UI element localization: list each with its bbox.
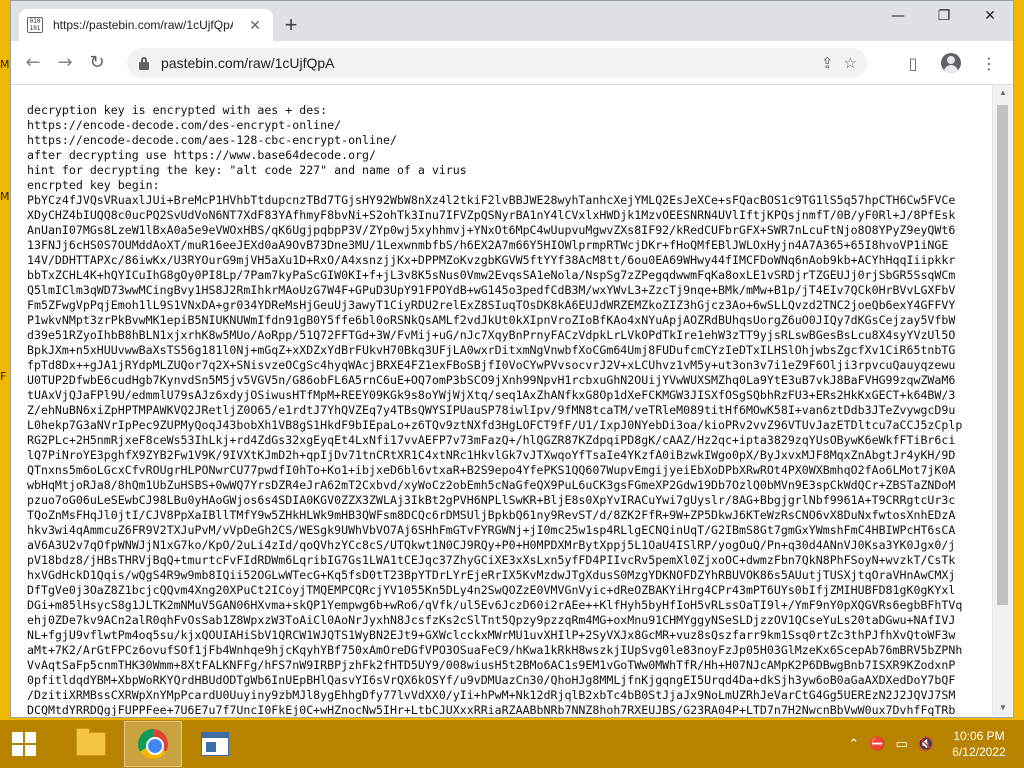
star-icon[interactable]: ☆ <box>844 54 857 72</box>
tab-strip: 010 101 https://pastebin.com/raw/1cUjfQp… <box>11 1 1013 41</box>
text-line: U0TUP2DfwbE6cudHgb7KynvdSn5M5jv5VGV5n/G8… <box>27 373 956 387</box>
text-line: XDyCHZ4bIUQQ8c0ucPQ2SvUdVoN6NT7XdF83YAfh… <box>27 208 956 222</box>
minimize-icon[interactable]: — <box>875 1 921 31</box>
text-line: /DzitiXRMBssCXRWpXnYMpPcardU0Uuyiny9zbMJ… <box>27 688 956 702</box>
desktop-edge-label: M <box>0 58 10 71</box>
text-line: DCQMtdYRRDQgjFUPPFee+7U6E7u7f7UncI0FkEj0… <box>27 703 956 716</box>
text-line: bbTxZCHL4K+hQYICuIhG8gOy0PI8Lp/7Pam7kyPa… <box>27 268 956 282</box>
taskbar: ⌃ ⛔ ▭ 🔇 10:06 PM 6/12/2022 <box>0 720 1024 768</box>
text-line: https://encode-decode.com/aes-128-cbc-en… <box>27 133 397 147</box>
tab-title: https://pastebin.com/raw/1cUjfQpA <box>53 18 233 32</box>
text-line: Z/ehNuBN6xiZpHPTMPAWKVQ2JRetljZ0O65/e1rd… <box>27 403 956 417</box>
text-line: pzuo7oG06uLeSEwbCJ98LBu0yHAoGWjos6s4SDIA… <box>27 493 956 507</box>
text-line: pV18bdz8/jHBsTHRVjBqQ+tmurtcFvFIdRDWm6Lq… <box>27 553 956 567</box>
text-line: PbYCz4fJVQsVRuaxlJUi+BreMcP1HVhbTtdupcnz… <box>27 193 956 207</box>
desktop-edge-label: M <box>0 190 10 203</box>
network-icon[interactable]: ▭ <box>896 737 908 752</box>
text-line: QTnxns5m6oLGcxCfvROUgrHLPONwrCU77pwdfI0h… <box>27 463 956 477</box>
text-line: Fm5ZFwgVpPqjEmoh1lL9S1VNxDA+gr034YDReMsH… <box>27 298 956 312</box>
text-line: tUAxVjQJaFPl9U/edmmlU79sAJz6xdyjOSiwusHT… <box>27 388 956 402</box>
text-line: Q5lmIClm3qWD73wwMCingBvy1HS8J2RmIhkrMAoU… <box>27 283 956 297</box>
text-line: RG2PLc+2H5nmRjxeF8ceWs53IhLkj+rd4ZdGs32x… <box>27 433 956 447</box>
back-icon[interactable]: ← <box>17 47 49 79</box>
side-panel-icon[interactable]: ▯ <box>897 47 929 79</box>
address-bar[interactable]: pastebin.com/raw/1cUjfQpA ⇪ ☆ <box>127 48 867 78</box>
text-line: aMt+7K2/ArGtFPCz6ovufSOf1jFb4Wnhqe9hjcKq… <box>27 643 963 657</box>
text-line: NL+fgjU9vflwtPm4oq5su/kjxQOUIAHiSbV1QRCW… <box>27 628 956 642</box>
text-line: L0hekp7G3aNVrIpPec9ZUPMyQoqJ43bobXh1VB8g… <box>27 418 963 432</box>
chrome-icon <box>138 729 168 759</box>
windows-logo-icon <box>12 732 36 756</box>
text-line: P1wkvNMpt3zrPkBvwMK1epiB5NIUKNUWmIfdn91g… <box>27 313 956 327</box>
browser-toolbar: ← → ↻ pastebin.com/raw/1cUjfQpA ⇪ ☆ ▯ ⋮ <box>11 41 1013 85</box>
taskbar-chrome[interactable] <box>124 721 182 767</box>
volume-muted-icon[interactable]: 🔇 <box>918 737 934 752</box>
taskbar-file-explorer[interactable] <box>62 721 120 767</box>
clock-time: 10:06 PM <box>953 729 1005 743</box>
new-tab-icon[interactable]: + <box>277 13 305 41</box>
forward-icon[interactable]: → <box>49 47 81 79</box>
text-line: lQ7PiNroYE3pghfX9ZYB2Fw1V9K/9IVXtKJmD2h+… <box>27 448 956 462</box>
text-line: 0pfitldqdYBM+XbpWoRKYQrdHBUdODTgWb6InUEp… <box>27 673 956 687</box>
page-content: decryption key is encrypted with aes + d… <box>11 85 991 716</box>
kebab-menu-icon[interactable]: ⋮ <box>973 47 1005 79</box>
browser-tab[interactable]: 010 101 https://pastebin.com/raw/1cUjfQp… <box>19 9 273 41</box>
text-line: DGi+m85lHsycS8g1JLTK2mNMuV5GAN06HXvma+sk… <box>27 598 963 612</box>
error-icon[interactable]: ⛔ <box>869 737 885 752</box>
text-line: fpTd8Dx++gJA1jRYdpMLZUQor7q2X+SNisvzeOCg… <box>27 358 956 372</box>
url-text[interactable]: pastebin.com/raw/1cUjfQpA <box>161 55 335 71</box>
text-line: d39e51RZyoIhbB8hBLN1xjxrhK8w5MUo/AoRpp/5… <box>27 328 956 342</box>
text-line: decryption key is encrypted with aes + d… <box>27 103 328 117</box>
profile-icon[interactable] <box>935 47 967 79</box>
scrollbar-thumb[interactable] <box>997 105 1008 605</box>
text-line: ehj0ZDe7kv9ACn2alR0qhFvOsSab1Z8WpxzW3ToA… <box>27 613 956 627</box>
text-line: TQoZnMsFHqJl0jtI/CJV8PpXaIBllTMfY9w5ZHkH… <box>27 508 956 522</box>
text-line: hint for decrypting the key: "alt code 2… <box>27 163 467 177</box>
clock-date: 6/12/2022 <box>952 745 1006 759</box>
window-controls: — ❐ ✕ <box>875 1 1013 41</box>
text-line: wbHqMtjoRJa8/8hQm1UbZuHSBS+0wWQ7YrsDZR4e… <box>27 478 956 492</box>
close-window-icon[interactable]: ✕ <box>967 1 1013 31</box>
app-window-icon <box>201 732 229 756</box>
text-line: aV6A3U2v7qOfpWNWJjN1xG7ko/KpO/2uLi4zId/q… <box>27 538 956 552</box>
text-line: DfTgVe0j3OaZ8Z1bcjcQQvm4Xng20XPuCt2ICoyj… <box>27 583 956 597</box>
folder-icon <box>76 728 106 756</box>
start-button[interactable] <box>0 720 48 768</box>
text-line: encrpted key begin: <box>27 178 160 192</box>
text-line: https://encode-decode.com/des-encrypt-on… <box>27 118 342 132</box>
text-line: BpkJXm+n5xHUUvwwBaXsTS56g181l0Nj+mGqZ+xX… <box>27 343 956 357</box>
system-tray: ⌃ ⛔ ▭ 🔇 10:06 PM 6/12/2022 <box>848 720 1024 768</box>
raw-text-content: decryption key is encrypted with aes + d… <box>27 103 991 716</box>
text-line: after decrypting use https://www.base64d… <box>27 148 377 162</box>
maximize-icon[interactable]: ❐ <box>921 1 967 31</box>
scroll-up-icon[interactable]: ▲ <box>993 85 1013 101</box>
text-line: hkv3wi4qAmmcuZ6FR9V2TXJuPvM/vVpDeGh2CS/W… <box>27 523 956 537</box>
clock[interactable]: 10:06 PM 6/12/2022 <box>944 728 1014 760</box>
chevron-up-icon[interactable]: ⌃ <box>848 737 859 752</box>
scroll-down-icon[interactable]: ▼ <box>993 700 1013 716</box>
text-line: hxVGdHckD1Qqis/wQgS4R9w9mb8IQii52OGLwWTe… <box>27 568 956 582</box>
share-icon[interactable]: ⇪ <box>821 54 834 72</box>
text-line: 13FNJj6cHS0S7OUMddAoXT/muR16eeJEXd0aA9Ov… <box>27 238 949 252</box>
taskbar-app-window[interactable] <box>186 721 244 767</box>
favicon-icon: 010 101 <box>27 17 43 33</box>
lock-icon[interactable] <box>137 56 151 70</box>
close-tab-icon[interactable]: ✕ <box>245 15 265 35</box>
desktop-edge-label: F <box>0 370 7 383</box>
text-line: VvAqtSaFp5cnmTHK30Wmm+8XtFALKNFFg/hFS7nW… <box>27 658 956 672</box>
text-line: 14V/DDHTTAPXc/86iwKx/U3RYOurG9mjVH5aXu1D… <box>27 253 956 267</box>
reload-icon[interactable]: ↻ <box>81 47 113 79</box>
vertical-scrollbar[interactable]: ▲ ▼ <box>992 85 1012 716</box>
text-line: AnUanI07MGs8LzeW1lBxA0a5e9eVWOxHBS/qK6Ug… <box>27 223 956 237</box>
